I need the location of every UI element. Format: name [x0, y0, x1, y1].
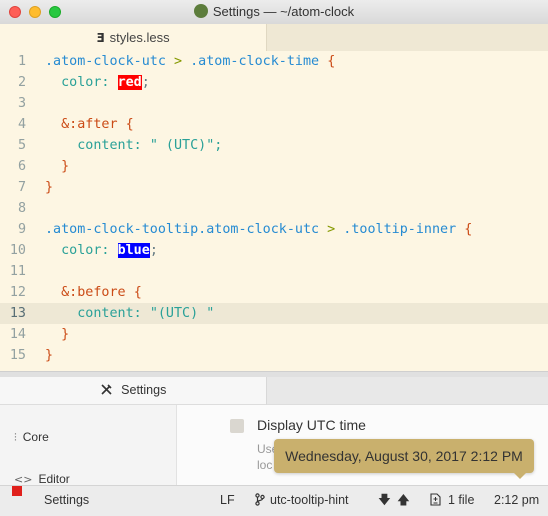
window-title-wrap: Settings — ~/atom-clock	[0, 4, 548, 19]
git-branch-icon	[255, 486, 265, 515]
code-line[interactable]: 1 .atom-clock-utc > .atom-clock-time {	[0, 51, 548, 72]
clock-tooltip: Wednesday, August 30, 2017 2:12 PM	[274, 439, 534, 479]
sidebar-item-label: Editor	[38, 472, 70, 486]
brace: }	[45, 348, 54, 363]
code-line[interactable]: 12 &:before {	[0, 282, 548, 303]
line-number: 5	[17, 138, 26, 153]
line-number: 4	[17, 117, 26, 132]
brace: }	[45, 180, 54, 195]
line-number: 13	[0, 303, 26, 324]
code-line[interactable]: 8	[0, 198, 548, 219]
tab-styles-less[interactable]: Ǝstyles.less	[0, 24, 266, 51]
line-number: 6	[17, 159, 26, 174]
line-ending[interactable]: LF	[220, 486, 235, 515]
code-line[interactable]: 4 &:after {	[0, 114, 548, 135]
window-title: Settings — ~/atom-clock	[212, 4, 355, 19]
line-number: 3	[17, 96, 26, 111]
brace: }	[61, 327, 70, 342]
fetch-down-icon[interactable]: 🡇	[378, 486, 391, 515]
selector: .atom-clock-tooltip.atom-clock-utc	[45, 222, 320, 237]
modified-files[interactable]: 1 file	[448, 486, 474, 515]
css3-icon: Ǝ	[96, 31, 105, 45]
code-line[interactable]: 7 }	[0, 177, 548, 198]
tab-settings[interactable]: Settings	[0, 377, 266, 405]
line-number: 11	[9, 264, 26, 279]
status-bar: Settings LF utc-tooltip-hint 🡇 🡅 1 file …	[0, 485, 548, 516]
line-number: 8	[17, 201, 26, 216]
line-number: 1	[17, 54, 26, 69]
line-number: 9	[17, 222, 26, 237]
title-bar: Settings — ~/atom-clock	[0, 0, 548, 25]
semicolon: ;	[141, 75, 150, 90]
line-number: 14	[9, 327, 26, 342]
brace: {	[125, 117, 134, 132]
git-branch[interactable]: utc-tooltip-hint	[270, 486, 349, 515]
selector: .tooltip-inner	[343, 222, 457, 237]
brace: }	[61, 159, 70, 174]
line-number: 10	[9, 243, 26, 258]
property: color:	[61, 243, 110, 258]
code-line[interactable]: 14 }	[0, 324, 548, 345]
display-utc-label[interactable]: Display UTC time	[257, 417, 366, 433]
color-swatch-red: red	[117, 75, 142, 90]
code-line[interactable]: 10 color: blue;	[0, 240, 548, 261]
display-utc-checkbox[interactable]	[230, 419, 244, 433]
selector: .atom-clock-utc	[45, 54, 166, 69]
brace: {	[133, 285, 142, 300]
combinator: >	[174, 54, 183, 69]
code-line[interactable]: 3	[0, 93, 548, 114]
tab-bar-empty	[266, 24, 548, 51]
brace: {	[327, 54, 336, 69]
tab-label: styles.less	[109, 30, 170, 45]
pseudo-selector: &:after	[61, 117, 118, 132]
tools-icon	[100, 383, 116, 397]
sidebar-item-editor[interactable]: <> Editor	[14, 472, 70, 486]
property: content:	[77, 306, 142, 321]
sidebar-item-label: Core	[22, 430, 49, 444]
pseudo-selector: &:before	[61, 285, 126, 300]
property: color:	[61, 75, 110, 90]
string: " (UTC)";	[149, 138, 223, 153]
code-line[interactable]: 11	[0, 261, 548, 282]
atom-app-icon	[193, 4, 208, 18]
property: content:	[77, 138, 142, 153]
code-line[interactable]: 2 color: red;	[0, 72, 548, 93]
linter-status-icon	[12, 486, 22, 496]
code-line-current[interactable]: 13 content: "(UTC) "	[0, 303, 548, 324]
code-line[interactable]: 15 }	[0, 345, 548, 366]
line-number: 12	[9, 285, 26, 300]
file-diff-icon	[430, 486, 441, 515]
code-line[interactable]: 5 content: " (UTC)";	[0, 135, 548, 156]
tab-settings-label: Settings	[121, 383, 167, 397]
sidebar-item-core[interactable]: ⫶ Core	[14, 430, 49, 445]
line-number: 2	[17, 75, 26, 90]
status-title[interactable]: Settings	[44, 486, 89, 515]
line-number: 15	[9, 348, 26, 363]
code-editor[interactable]: 1 .atom-clock-utc > .atom-clock-time { 2…	[0, 51, 548, 371]
panel-tab-bar-empty	[266, 377, 548, 405]
code-line[interactable]: 6 }	[0, 156, 548, 177]
tab-bar: Ǝstyles.less	[0, 24, 548, 52]
string: "(UTC) "	[149, 306, 215, 321]
sliders-icon: ⫶	[14, 431, 17, 444]
combinator: >	[327, 222, 336, 237]
selector: .atom-clock-time	[190, 54, 320, 69]
color-swatch-blue: blue	[117, 243, 150, 258]
line-number: 7	[17, 180, 26, 195]
status-clock[interactable]: 2:12 pm	[494, 486, 539, 515]
push-up-icon[interactable]: 🡅	[397, 486, 410, 515]
code-line[interactable]: 9 .atom-clock-tooltip.atom-clock-utc > .…	[0, 219, 548, 240]
brace: {	[464, 222, 473, 237]
settings-sidebar: ⫶ Core <> Editor	[0, 405, 177, 486]
semicolon: ;	[149, 243, 158, 258]
